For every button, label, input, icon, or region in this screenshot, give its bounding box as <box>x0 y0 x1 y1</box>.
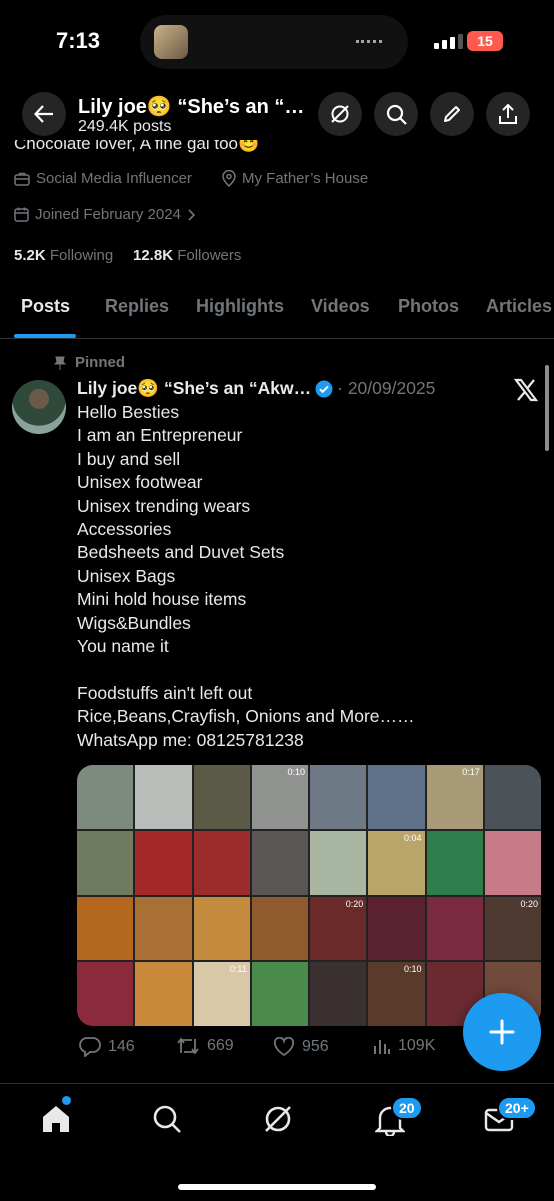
heart-icon <box>273 1037 295 1057</box>
media-duration: 0:10 <box>287 767 305 777</box>
status-time: 7:13 <box>56 28 101 53</box>
profile-bio: Chocolate lover, A fine gal too😊 <box>14 134 260 153</box>
location-label: My Father’s House <box>242 170 369 187</box>
search-button[interactable] <box>374 92 418 136</box>
profile-tabs: Posts Replies Highlights Videos Photos A… <box>0 288 554 339</box>
following-link[interactable]: 5.2K Following <box>14 247 113 264</box>
grok-icon <box>331 105 349 123</box>
nav-search[interactable] <box>152 1104 182 1139</box>
media-duration: 0:10 <box>251 765 308 829</box>
following-count: 5.2K <box>14 247 46 264</box>
chevron-right-icon <box>188 208 195 221</box>
nav-grok[interactable] <box>262 1103 294 1140</box>
post-date: · 20/09/2025 <box>337 378 436 398</box>
briefcase-icon <box>14 172 30 186</box>
post-header: Lily joe🥺 “She’s an “Akw… · 20/09/2025 <box>77 378 435 399</box>
repost-icon <box>177 1037 199 1055</box>
back-button[interactable] <box>22 92 66 136</box>
media-duration: 0:17 <box>462 767 480 777</box>
messages-badge: 20+ <box>497 1096 537 1120</box>
grok-icon <box>265 1106 291 1132</box>
search-icon <box>386 104 407 125</box>
notifications-badge: 20 <box>391 1096 423 1120</box>
followers-count: 12.8K <box>133 247 174 264</box>
pencil-icon <box>444 106 460 122</box>
pin-icon <box>54 356 66 370</box>
arrow-left-icon <box>34 105 53 123</box>
profile-joined[interactable]: Joined February 2024 <box>14 206 195 223</box>
plus-icon <box>489 1019 515 1045</box>
cellular-signal-icon <box>434 34 463 49</box>
media-duration: 0:11 <box>229 964 247 975</box>
media-duration: 0:20 <box>345 898 364 909</box>
media-duration: 0:20 <box>520 898 538 909</box>
live-activity-thumbnail <box>154 25 188 59</box>
tab-highlights[interactable]: Highlights <box>196 296 284 317</box>
pinned-label: Pinned <box>75 354 126 371</box>
repost-count: 669 <box>207 1037 234 1054</box>
pinned-indicator: Pinned <box>54 354 125 371</box>
analytics-icon <box>374 1040 390 1054</box>
category-label: Social Media Influencer <box>36 170 192 187</box>
active-tab-indicator <box>14 334 76 338</box>
reply-count: 146 <box>108 1038 135 1055</box>
tab-articles[interactable]: Articles <box>486 296 552 317</box>
profile-category: Social Media Influencer <box>14 170 192 187</box>
followers-link[interactable]: 12.8K Followers <box>133 247 241 264</box>
x-logo-icon <box>513 378 539 407</box>
views-button[interactable]: 109K <box>373 1037 435 1055</box>
share-button[interactable] <box>486 92 530 136</box>
share-icon <box>499 103 517 124</box>
verified-badge-icon <box>315 380 333 397</box>
tab-videos[interactable]: Videos <box>311 296 370 317</box>
reply-button[interactable]: 146 <box>79 1037 135 1057</box>
like-count: 956 <box>302 1038 329 1055</box>
grok-button[interactable] <box>318 92 362 136</box>
following-label: Following <box>49 247 114 264</box>
followers-label: Followers <box>177 247 242 264</box>
battery-indicator: 15 <box>467 31 503 51</box>
scrollbar[interactable] <box>545 365 549 451</box>
post-media[interactable]: 0:10 0:17 0:04 0:20 0:20 0:11 0:10 <box>77 765 541 1026</box>
edit-button[interactable] <box>430 92 474 136</box>
home-icon <box>43 1106 69 1132</box>
dynamic-island <box>140 15 408 69</box>
profile-location: My Father’s House <box>222 170 368 187</box>
tab-photos[interactable]: Photos <box>398 296 459 317</box>
view-count: 109K <box>398 1037 436 1054</box>
nav-home[interactable] <box>40 1096 72 1139</box>
media-duration: 0:10 <box>403 964 422 975</box>
search-icon <box>153 1105 181 1133</box>
header-post-count: 249.4K posts <box>78 118 172 135</box>
repost-button[interactable]: 669 <box>176 1037 234 1055</box>
joined-label: Joined February 2024 <box>35 206 181 223</box>
compose-button[interactable] <box>463 993 541 1071</box>
author-avatar[interactable] <box>12 380 66 434</box>
calendar-icon <box>14 207 29 222</box>
location-pin-icon <box>222 170 236 187</box>
audio-wave-icon <box>356 40 382 47</box>
tab-replies[interactable]: Replies <box>105 296 169 317</box>
post-text: Hello Besties I am an Entrepreneur I buy… <box>77 402 415 750</box>
tab-posts[interactable]: Posts <box>21 296 70 317</box>
media-duration: 0:04 <box>403 832 422 843</box>
reply-icon <box>79 1037 101 1057</box>
home-indicator <box>178 1184 376 1190</box>
like-button[interactable]: 956 <box>273 1037 329 1057</box>
header-name: Lily joe🥺 “She’s an “… <box>78 96 305 118</box>
post-author-name[interactable]: Lily joe🥺 “She’s an “Akw… <box>77 378 311 399</box>
home-unread-dot <box>62 1096 71 1105</box>
